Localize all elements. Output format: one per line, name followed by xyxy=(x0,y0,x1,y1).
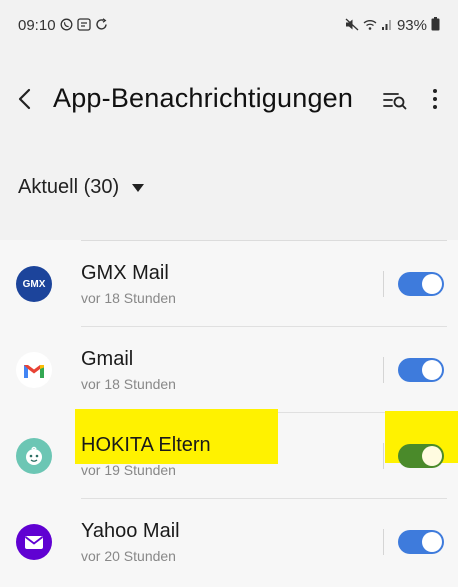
separator xyxy=(383,443,384,469)
gmx-mail-icon: GMX xyxy=(16,266,52,302)
list-item-yahoo-mail[interactable]: Yahoo Mail vor 20 Stunden xyxy=(0,499,458,585)
status-right: 93% xyxy=(345,17,440,34)
separator xyxy=(383,529,384,555)
wifi-icon xyxy=(363,18,377,34)
app-last-notification: vor 20 Stunden xyxy=(81,548,176,564)
gmx-mail-toggle[interactable] xyxy=(398,272,444,296)
hokita-eltern-icon xyxy=(16,438,52,474)
filter-dropdown[interactable]: Aktuell (30) xyxy=(18,176,145,199)
app-last-notification: vor 18 Stunden xyxy=(81,376,176,392)
status-left: 09:10 xyxy=(18,17,108,34)
gmail-icon xyxy=(16,352,52,388)
app-name: HOKITA Eltern xyxy=(81,434,211,456)
sync-icon xyxy=(95,17,108,34)
filter-label: Aktuell (30) xyxy=(18,176,120,198)
app-bar: App-Benachrichtigungen xyxy=(0,70,458,130)
list-item-hokita-eltern[interactable]: HOKITA Eltern vor 19 Stunden xyxy=(0,413,458,499)
yahoo-mail-toggle[interactable] xyxy=(398,530,444,554)
status-time: 09:10 xyxy=(18,17,56,34)
notification-app-icon xyxy=(76,17,91,34)
app-name: Gmail xyxy=(81,348,134,370)
more-options-button[interactable] xyxy=(428,86,442,112)
chevron-left-icon xyxy=(18,88,31,110)
app-name: GMX Mail xyxy=(81,262,169,284)
page-title: App-Benachrichtigungen xyxy=(53,83,354,113)
list-item-gmail[interactable]: Gmail vor 18 Stunden xyxy=(0,327,458,413)
signal-icon xyxy=(381,18,393,34)
gmail-toggle[interactable] xyxy=(398,358,444,382)
back-button[interactable] xyxy=(14,84,38,114)
toggle-knob xyxy=(422,532,442,552)
status-bar: 09:10 93% xyxy=(0,0,458,56)
toggle-knob xyxy=(422,274,442,294)
toggle-knob xyxy=(422,446,442,466)
app-last-notification: vor 18 Stunden xyxy=(81,290,176,306)
search-button[interactable] xyxy=(382,90,408,110)
toggle-knob xyxy=(422,360,442,380)
yahoo-mail-icon xyxy=(16,524,52,560)
gmx-icon-text: GMX xyxy=(22,278,46,290)
list-item-gmx-mail[interactable]: GMX GMX Mail vor 18 Stunden xyxy=(0,241,458,327)
whatsapp-icon xyxy=(60,18,73,34)
app-last-notification: vor 19 Stunden xyxy=(81,462,176,478)
hokita-eltern-toggle[interactable] xyxy=(398,444,444,468)
more-vert-icon xyxy=(433,89,437,109)
separator xyxy=(383,357,384,383)
battery-icon xyxy=(431,17,440,34)
battery-percent: 93% xyxy=(396,17,427,34)
app-name: Yahoo Mail xyxy=(81,520,180,542)
mute-icon xyxy=(345,18,359,34)
separator xyxy=(383,271,384,297)
dropdown-arrow-icon xyxy=(132,183,145,192)
list-search-icon xyxy=(383,93,407,110)
